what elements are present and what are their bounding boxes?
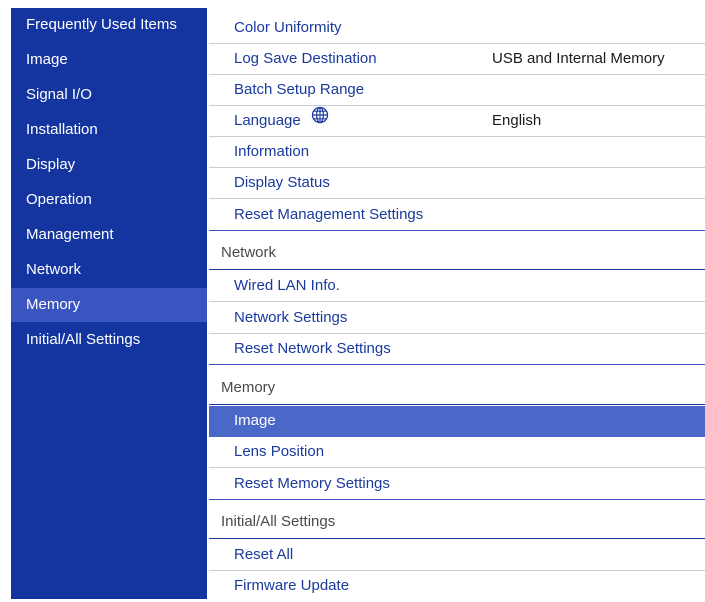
section-header-memory: Memory [209,370,705,405]
menu-item-label: Reset Network Settings [234,340,391,357]
menu-item-label: Wired LAN Info. [234,277,340,294]
menu-item-label: Firmware Update [234,577,350,594]
globe-icon [311,105,329,135]
menu-item-label: Image [234,412,276,429]
menu-item-label: Reset Management Settings [234,206,424,223]
menu-item-display-status[interactable]: Display Status [209,168,705,199]
menu-item-reset-memory-settings[interactable]: Reset Memory Settings [209,469,705,500]
menu-item-reset-management-settings[interactable]: Reset Management Settings [209,200,705,231]
menu-item-label: Network Settings [234,309,348,326]
menu-item-label: Batch Setup Range [234,81,365,98]
menu-item-label: Reset Memory Settings [234,475,390,492]
menu-item-network-settings[interactable]: Network Settings [209,303,705,334]
menu-item-language[interactable]: Language English [209,106,705,137]
menu-item-log-save-destination[interactable]: Log Save Destination USB and Internal Me… [209,44,705,75]
sidebar-item-frequently-used[interactable]: Frequently Used Items [11,8,207,42]
section-header-initial-all-settings: Initial/All Settings [209,504,705,539]
menu-item-value: USB and Internal Memory [492,50,665,67]
projector-menu: Frequently Used Items Image Signal I/O I… [0,0,705,599]
menu-item-information[interactable]: Information [209,137,705,168]
sidebar-item-operation[interactable]: Operation [11,183,207,217]
menu-item-label: Display Status [234,174,330,191]
menu-item-label: Color Uniformity [234,19,342,36]
menu-item-lens-position[interactable]: Lens Position [209,437,705,468]
settings-panel: Color Uniformity Log Save Destination US… [209,8,705,599]
menu-item-label: Information [234,143,310,160]
section-header-network: Network [209,235,705,270]
menu-item-firmware-update[interactable]: Firmware Update [209,571,705,602]
sidebar-item-network[interactable]: Network [11,253,207,287]
menu-item-label: Lens Position [234,443,325,460]
menu-item-label: Log Save Destination [234,50,377,67]
menu-item-reset-network-settings[interactable]: Reset Network Settings [209,334,705,365]
sidebar-item-memory[interactable]: Memory [11,288,207,322]
section-header-label: Network [221,244,277,261]
sidebar-item-installation[interactable]: Installation [11,113,207,147]
menu-item-reset-all[interactable]: Reset All [209,540,705,571]
menu-item-label: Language [234,112,301,129]
menu-item-label: Reset All [234,546,294,563]
menu-item-memory-image[interactable]: Image [209,406,705,437]
sidebar-item-initial-all-settings[interactable]: Initial/All Settings [11,323,207,357]
section-header-label: Initial/All Settings [221,513,336,530]
menu-item-wired-lan-info[interactable]: Wired LAN Info. [209,271,705,302]
sidebar-item-image[interactable]: Image [11,43,207,77]
sidebar-item-signal-io[interactable]: Signal I/O [11,78,207,112]
sidebar: Frequently Used Items Image Signal I/O I… [11,8,207,599]
section-header-label: Memory [221,379,276,396]
sidebar-item-management[interactable]: Management [11,218,207,252]
menu-item-batch-setup-range[interactable]: Batch Setup Range [209,75,705,106]
menu-item-color-uniformity[interactable]: Color Uniformity [209,13,705,44]
menu-item-value: English [492,112,542,129]
sidebar-item-display[interactable]: Display [11,148,207,182]
